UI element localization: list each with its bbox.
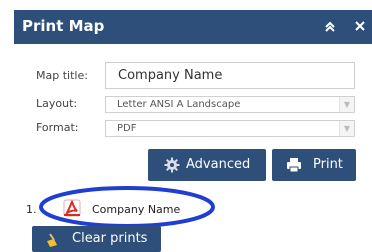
print-map-widget: Print Map Map title: Company Name Layout… <box>0 0 372 252</box>
layout-label: Layout: <box>36 97 78 110</box>
panel-header: Print Map <box>14 10 372 44</box>
layout-selected-value: Letter ANSI A Landscape <box>117 99 241 110</box>
advanced-button-label: Advanced <box>186 157 251 172</box>
map-title-input[interactable]: Company Name <box>105 62 355 89</box>
print-button[interactable]: Print <box>272 149 356 181</box>
layout-select[interactable]: Letter ANSI A Landscape ▼ <box>105 96 355 113</box>
format-dropdown-arrow-icon[interactable]: ▼ <box>339 121 354 136</box>
clear-prints-button[interactable]: Clear prints <box>32 226 161 252</box>
printer-icon <box>286 157 302 177</box>
panel-title: Print Map <box>22 17 105 35</box>
layout-dropdown-arrow-icon[interactable]: ▼ <box>339 97 354 112</box>
collapse-icon[interactable] <box>323 20 337 34</box>
close-icon[interactable] <box>354 19 366 33</box>
map-title-label: Map title: <box>36 69 88 82</box>
print-button-label: Print <box>313 157 343 172</box>
print-result-link[interactable]: Company Name <box>92 203 180 216</box>
print-result-number: 1. <box>26 203 37 216</box>
broom-icon <box>44 232 60 252</box>
pdf-icon[interactable] <box>62 198 82 218</box>
format-selected-value: PDF <box>117 123 137 134</box>
format-select[interactable]: PDF ▼ <box>105 120 355 137</box>
format-label: Format: <box>36 121 79 134</box>
advanced-button[interactable]: Advanced <box>148 149 266 181</box>
clear-prints-button-label: Clear prints <box>72 231 148 246</box>
gear-icon <box>164 157 180 177</box>
